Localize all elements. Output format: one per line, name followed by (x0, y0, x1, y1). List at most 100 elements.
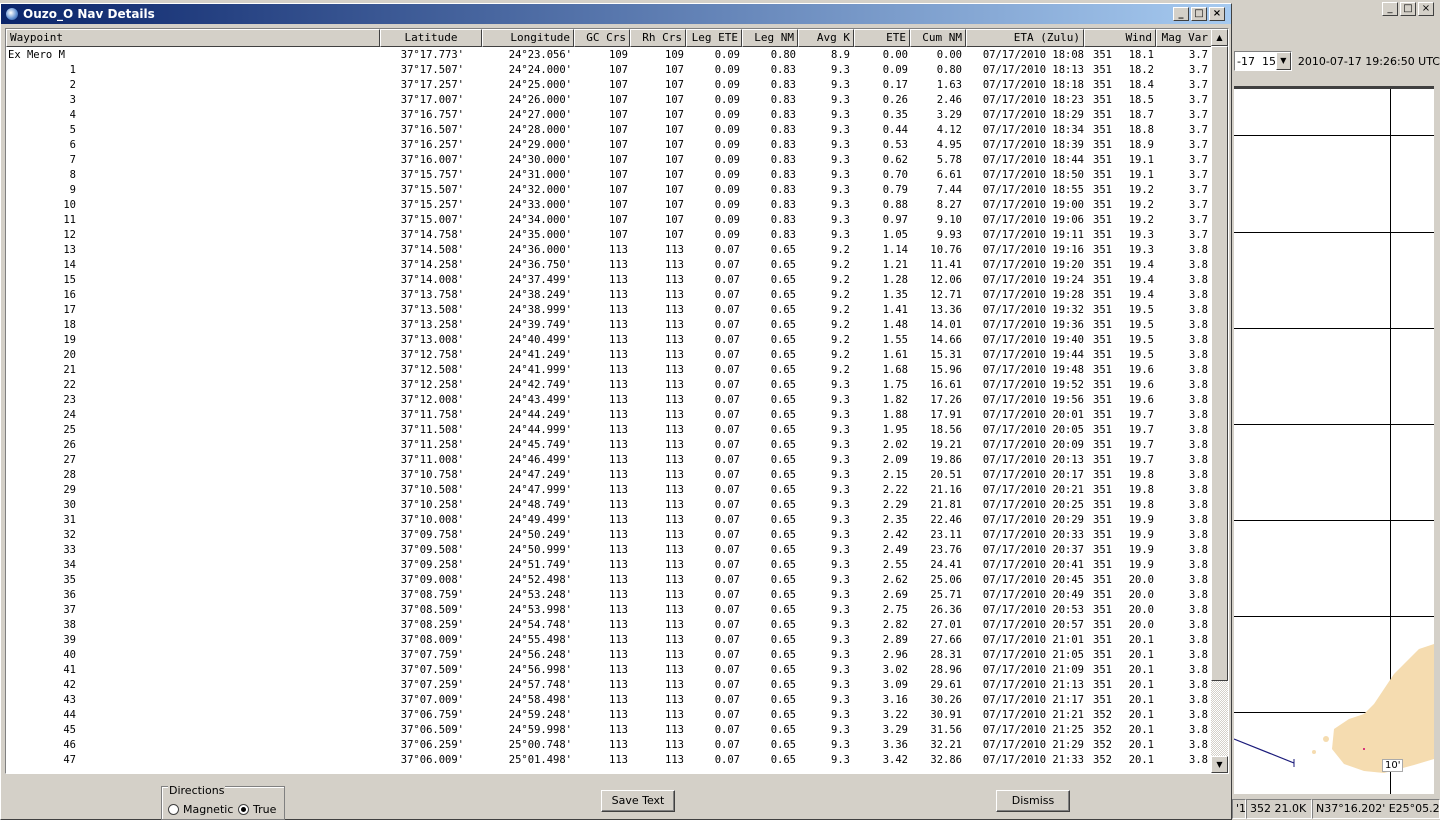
cell-waypoint: 16 (63, 289, 76, 301)
scroll-track[interactable] (1211, 681, 1228, 756)
table-row[interactable]: 12 37°14.758' 24°35.000' 107 107 0.09 0.83 9.3 1… (6, 228, 1212, 243)
table-row[interactable]: 17 37°13.508' 24°38.999' 113 113 0.07 0.65 9.2 1… (6, 303, 1212, 318)
save-text-button[interactable]: Save Text (601, 790, 675, 812)
magnetic-radio[interactable]: Magnetic (168, 803, 233, 816)
table-row[interactable]: 15 37°14.008' 24°37.499' 113 113 0.07 0.65 9.2 1… (6, 273, 1212, 288)
table-row[interactable]: 39 37°08.009' 24°55.498' 113 113 0.07 0.65 9.3 2… (6, 633, 1212, 648)
table-row[interactable]: 13 37°14.508' 24°36.000' 113 113 0.07 0.65 9.2 1… (6, 243, 1212, 258)
column-header-mag-var[interactable]: Mag Var (1156, 29, 1212, 47)
table-row[interactable]: 35 37°09.008' 24°52.498' 113 113 0.07 0.65 9.3 2… (6, 573, 1212, 588)
column-header-latitude[interactable]: Latitude (380, 29, 482, 47)
cell-rh-crs: 113 (665, 724, 684, 736)
table-row[interactable]: 30 37°10.258' 24°48.749' 113 113 0.07 0.65 9.3 2… (6, 498, 1212, 513)
table-row[interactable]: 43 37°07.009' 24°58.498' 113 113 0.07 0.65 9.3 3… (6, 693, 1212, 708)
table-row[interactable]: 3 37°17.007' 24°26.000' 107 107 0.09 0.83 9.3 0.… (6, 93, 1212, 108)
table-row[interactable]: 33 37°09.508' 24°50.999' 113 113 0.07 0.65 9.3 2… (6, 543, 1212, 558)
true-radio[interactable]: True (238, 803, 276, 816)
cell-latitude: 37°15.007' (400, 214, 464, 226)
scroll-down-icon[interactable]: ▼ (1211, 756, 1228, 773)
cell-avg-k: 9.3 (831, 589, 850, 601)
table-row[interactable]: 25 37°11.508' 24°44.999' 113 113 0.07 0.65 9.3 1… (6, 423, 1212, 438)
scroll-up-icon[interactable]: ▲ (1211, 29, 1228, 46)
table-row[interactable]: 18 37°13.258' 24°39.749' 113 113 0.07 0.65 9.2 1… (6, 318, 1212, 333)
cell-leg-nm: 0.65 (770, 604, 796, 616)
dialog-maximize-button[interactable]: □ (1191, 7, 1207, 21)
table-row[interactable]: 14 37°14.258' 24°36.750' 113 113 0.07 0.65 9.2 1… (6, 258, 1212, 273)
table-row[interactable]: 21 37°12.508' 24°41.999' 113 113 0.07 0.65 9.2 1… (6, 363, 1212, 378)
table-row[interactable]: 46 37°06.259' 25°00.748' 113 113 0.07 0.65 9.3 3… (6, 738, 1212, 753)
chevron-down-icon[interactable]: ▼ (1275, 52, 1291, 70)
table-row[interactable]: 40 37°07.759' 24°56.248' 113 113 0.07 0.65 9.3 2… (6, 648, 1212, 663)
radio-selected-icon[interactable] (238, 804, 249, 815)
cell-avg-k: 9.3 (831, 559, 850, 571)
table-row[interactable]: 10 37°15.257' 24°33.000' 107 107 0.09 0.83 9.3 0… (6, 198, 1212, 213)
cell-waypoint: 12 (63, 229, 76, 241)
table-row[interactable]: 20 37°12.758' 24°41.249' 113 113 0.07 0.65 9.2 1… (6, 348, 1212, 363)
cell-leg-ete: 0.07 (714, 499, 740, 511)
table-row[interactable]: 11 37°15.007' 24°34.000' 107 107 0.09 0.83 9.3 0… (6, 213, 1212, 228)
table-row[interactable]: 5 37°16.507' 24°28.000' 107 107 0.09 0.83 9.3 0.… (6, 123, 1212, 138)
table-row[interactable]: 26 37°11.258' 24°45.749' 113 113 0.07 0.65 9.3 2… (6, 438, 1212, 453)
table-row[interactable]: 6 37°16.257' 24°29.000' 107 107 0.09 0.83 9.3 0.… (6, 138, 1212, 153)
column-header-longitude[interactable]: Longitude (482, 29, 574, 47)
table-row[interactable]: Ex Mero M 37°17.773' 24°23.056' 109 109 0.09 0… (6, 48, 1212, 63)
column-header-gc-crs[interactable]: GC Crs (574, 29, 630, 47)
dismiss-button[interactable]: Dismiss (996, 790, 1070, 812)
table-row[interactable]: 32 37°09.758' 24°50.249' 113 113 0.07 0.65 9.3 2… (6, 528, 1212, 543)
cell-ete: 0.26 (882, 94, 908, 106)
column-header-wind[interactable]: Wind (1084, 29, 1156, 47)
table-row[interactable]: 28 37°10.758' 24°47.249' 113 113 0.07 0.65 9.3 2… (6, 468, 1212, 483)
table-row[interactable]: 29 37°10.508' 24°47.999' 113 113 0.07 0.65 9.3 2… (6, 483, 1212, 498)
column-header-leg-nm[interactable]: Leg NM (742, 29, 798, 47)
table-row[interactable]: 38 37°08.259' 24°54.748' 113 113 0.07 0.65 9.3 2… (6, 618, 1212, 633)
table-row[interactable]: 16 37°13.758' 24°38.249' 113 113 0.07 0.65 9.2 1… (6, 288, 1212, 303)
cell-wind-dir: 351 (1093, 259, 1112, 271)
cell-wind-dir: 351 (1093, 394, 1112, 406)
table-row[interactable]: 36 37°08.759' 24°53.248' 113 113 0.07 0.65 9.3 2… (6, 588, 1212, 603)
column-header-rh-crs[interactable]: Rh Crs (630, 29, 686, 47)
cell-wind-dir: 352 (1093, 739, 1112, 751)
table-row[interactable]: 2 37°17.257' 24°25.000' 107 107 0.09 0.83 9.3 0.… (6, 78, 1212, 93)
table-row[interactable]: 7 37°16.007' 24°30.000' 107 107 0.09 0.83 9.3 0.… (6, 153, 1212, 168)
table-row[interactable]: 41 37°07.509' 24°56.998' 113 113 0.07 0.65 9.3 3… (6, 663, 1212, 678)
cell-avg-k: 9.3 (831, 544, 850, 556)
zone-select[interactable]: -17 15 Z ▼ (1234, 51, 1292, 71)
chart-canvas[interactable]: 10' (1234, 86, 1434, 794)
column-header-leg-ete[interactable]: Leg ETE (686, 29, 742, 47)
cell-wind-speed: 19.3 (1128, 244, 1154, 256)
scroll-thumb[interactable] (1211, 46, 1228, 681)
cell-waypoint: Ex Mero M (8, 49, 65, 61)
vertical-scrollbar[interactable]: ▲ ▼ (1211, 29, 1228, 773)
column-header-avg-k[interactable]: Avg K (798, 29, 854, 47)
table-row[interactable]: 42 37°07.259' 24°57.748' 113 113 0.07 0.65 9.3 3… (6, 678, 1212, 693)
land-shape (1234, 644, 1434, 773)
table-row[interactable]: 22 37°12.258' 24°42.749' 113 113 0.07 0.65 9.3 1… (6, 378, 1212, 393)
cell-leg-nm: 0.65 (770, 274, 796, 286)
column-header-cum-nm[interactable]: Cum NM (910, 29, 966, 47)
column-header-waypoint[interactable]: Waypoint (6, 29, 380, 47)
table-row[interactable]: 45 37°06.509' 24°59.998' 113 113 0.07 0.65 9.3 3… (6, 723, 1212, 738)
dialog-minimize-button[interactable]: _ (1173, 7, 1189, 21)
table-row[interactable]: 4 37°16.757' 24°27.000' 107 107 0.09 0.83 9.3 0.… (6, 108, 1212, 123)
column-header-ete[interactable]: ETE (854, 29, 910, 47)
table-row[interactable]: 27 37°11.008' 24°46.499' 113 113 0.07 0.65 9.3 2… (6, 453, 1212, 468)
dialog-close-button[interactable]: × (1209, 7, 1225, 21)
dialog-titlebar[interactable]: Ouzo_O Nav Details _ □ × (1, 4, 1231, 24)
table-row[interactable]: 37 37°08.509' 24°53.998' 113 113 0.07 0.65 9.3 2… (6, 603, 1212, 618)
table-row[interactable]: 19 37°13.008' 24°40.499' 113 113 0.07 0.65 9.2 1… (6, 333, 1212, 348)
cell-gc-crs: 107 (609, 184, 628, 196)
table-row[interactable]: 34 37°09.258' 24°51.749' 113 113 0.07 0.65 9.3 2… (6, 558, 1212, 573)
app-maximize-button[interactable]: □ (1400, 2, 1416, 16)
table-row[interactable]: 8 37°15.757' 24°31.000' 107 107 0.09 0.83 9.3 0.… (6, 168, 1212, 183)
table-row[interactable]: 9 37°15.507' 24°32.000' 107 107 0.09 0.83 9.3 0.… (6, 183, 1212, 198)
radio-icon[interactable] (168, 804, 179, 815)
table-row[interactable]: 31 37°10.008' 24°49.499' 113 113 0.07 0.65 9.3 2… (6, 513, 1212, 528)
app-close-button[interactable]: × (1418, 2, 1434, 16)
app-minimize-button[interactable]: _ (1382, 2, 1398, 16)
table-row[interactable]: 44 37°06.759' 24°59.248' 113 113 0.07 0.65 9.3 3… (6, 708, 1212, 723)
table-row[interactable]: 1 37°17.507' 24°24.000' 107 107 0.09 0.83 9.3 0.… (6, 63, 1212, 78)
column-header-eta[interactable]: ETA (Zulu) (966, 29, 1084, 47)
table-row[interactable]: 23 37°12.008' 24°43.499' 113 113 0.07 0.65 9.3 1… (6, 393, 1212, 408)
table-row[interactable]: 47 37°06.009' 25°01.498' 113 113 0.07 0.65 9.3 3… (6, 753, 1212, 768)
table-row[interactable]: 24 37°11.758' 24°44.249' 113 113 0.07 0.65 9.3 1… (6, 408, 1212, 423)
